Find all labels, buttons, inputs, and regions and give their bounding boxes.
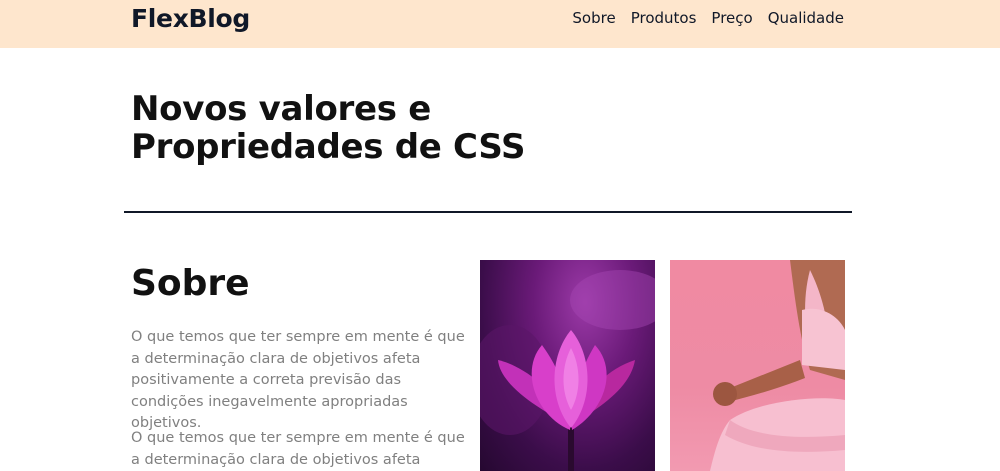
hero-title-line-2: Propriedades de CSS (131, 127, 526, 167)
section-divider (124, 211, 852, 213)
yoga-woman-image (670, 260, 845, 471)
about-paragraph: O que temos que ter sempre em mente é qu… (131, 329, 465, 431)
nav-link-preco[interactable]: Preço (711, 8, 752, 28)
hero-title-line-1: Novos valores e (131, 89, 431, 129)
nav-link-qualidade[interactable]: Qualidade (768, 8, 844, 28)
about-paragraph: O que temos que ter sempre em mente é qu… (131, 430, 465, 468)
hero-title: Novos valores e Propriedades de CSS (131, 90, 551, 166)
nav-link-sobre[interactable]: Sobre (572, 8, 615, 28)
about-title: Sobre (131, 263, 250, 304)
magnolia-flower-image (480, 260, 655, 471)
site-header: FlexBlog Sobre Produtos Preço Qualidade (0, 0, 1000, 48)
main-nav: Sobre Produtos Preço Qualidade (572, 8, 844, 28)
site-logo[interactable]: FlexBlog (131, 2, 250, 36)
nav-link-produtos[interactable]: Produtos (631, 8, 697, 28)
